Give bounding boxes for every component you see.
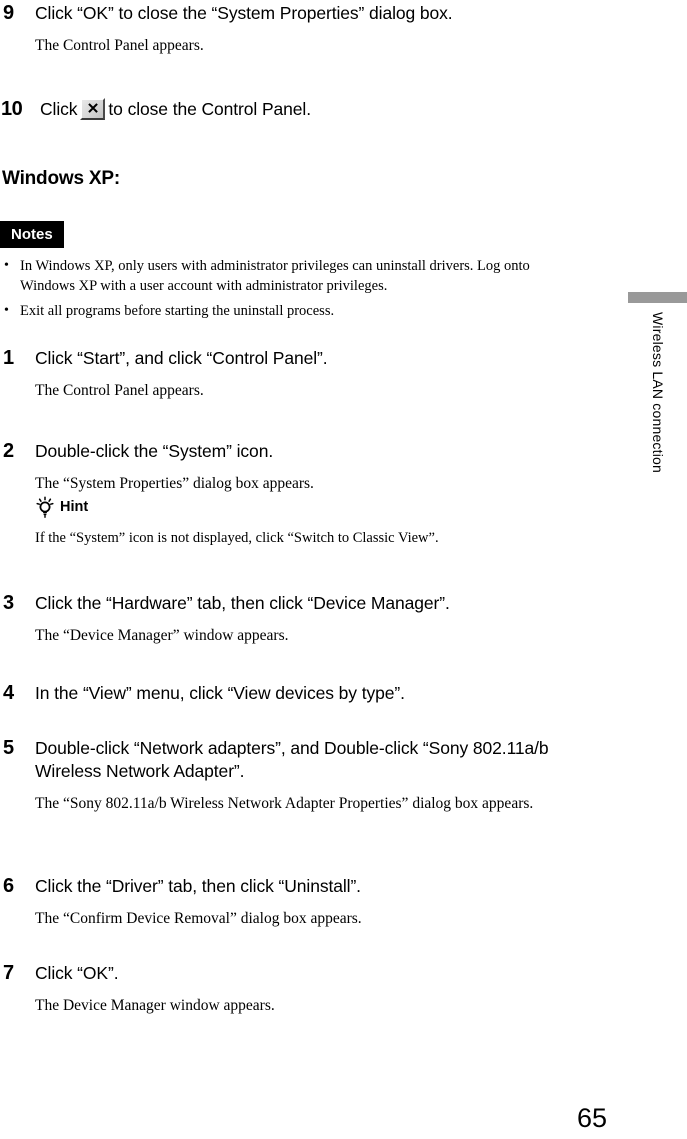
note-item-text: Exit all programs before starting the un… bbox=[20, 303, 335, 319]
note-item: • Exit all programs before starting the … bbox=[0, 301, 585, 321]
step-2-heading: Double-click the “System” icon. bbox=[35, 441, 274, 461]
bullet-icon: • bbox=[4, 258, 9, 273]
section-tab-label: Wireless LAN connection bbox=[649, 312, 666, 473]
notes-badge: Notes bbox=[0, 221, 64, 248]
step-5-heading: Double-click “Network adapters”, and Dou… bbox=[35, 738, 549, 781]
step-2-number: 2 bbox=[3, 440, 14, 462]
step-9-result: The Control Panel appears. bbox=[35, 37, 204, 54]
step-7-result: The Device Manager window appears. bbox=[35, 997, 275, 1014]
step-7: 7 Click “OK”. The Device Manager window … bbox=[0, 962, 600, 1016]
step-3-heading: Click the “Hardware” tab, then click “De… bbox=[35, 593, 450, 613]
page-number: 65 bbox=[576, 1103, 607, 1133]
step-2: 2 Double-click the “System” icon. The “S… bbox=[0, 440, 600, 548]
step-9-number: 9 bbox=[3, 2, 14, 24]
step-6-heading: Click the “Driver” tab, then click “Unin… bbox=[35, 876, 361, 896]
step-5-result: The “Sony 802.11a/b Wireless Network Ada… bbox=[35, 795, 534, 812]
step-7-heading: Click “OK”. bbox=[35, 963, 119, 983]
step-10-heading: Click ✕ to close the Control Panel. bbox=[40, 98, 600, 121]
step-4: 4 In the “View” menu, click “View device… bbox=[0, 682, 600, 705]
step-3-result: The “Device Manager” window appears. bbox=[35, 627, 289, 644]
step-7-number: 7 bbox=[3, 962, 14, 984]
hint-text: If the “System” icon is not displayed, c… bbox=[35, 530, 439, 546]
manual-page: 9 Click “OK” to close the “System Proper… bbox=[0, 0, 687, 1139]
step-9-heading: Click “OK” to close the “System Properti… bbox=[35, 3, 453, 23]
hint-header: Hint bbox=[35, 496, 600, 518]
notes-list: • In Windows XP, only users with adminis… bbox=[0, 256, 585, 326]
step-1: 1 Click “Start”, and click “Control Pane… bbox=[0, 347, 600, 401]
step-5-number: 5 bbox=[3, 737, 14, 759]
close-icon-glyph: ✕ bbox=[86, 100, 100, 118]
step-9: 9 Click “OK” to close the “System Proper… bbox=[0, 2, 600, 56]
step-6-result: The “Confirm Device Removal” dialog box … bbox=[35, 910, 362, 927]
step-3-number: 3 bbox=[3, 592, 14, 614]
lightbulb-icon bbox=[35, 496, 55, 518]
step-10-text-before: Click bbox=[40, 99, 78, 119]
step-4-heading: In the “View” menu, click “View devices … bbox=[35, 683, 405, 703]
step-10: 10 Click ✕ to close the Control Panel. bbox=[0, 98, 600, 121]
step-6-number: 6 bbox=[3, 875, 14, 897]
note-item-text: In Windows XP, only users with administr… bbox=[20, 258, 530, 294]
section-tab-label-wrap: Wireless LAN connection bbox=[628, 312, 687, 532]
step-1-heading: Click “Start”, and click “Control Panel”… bbox=[35, 348, 328, 368]
step-4-number: 4 bbox=[3, 682, 14, 704]
step-10-number: 10 bbox=[1, 98, 23, 120]
section-heading: Windows XP: bbox=[2, 168, 120, 189]
step-10-text-after: to close the Control Panel. bbox=[108, 99, 311, 119]
step-1-result: The Control Panel appears. bbox=[35, 382, 204, 399]
step-5: 5 Double-click “Network adapters”, and D… bbox=[0, 737, 600, 814]
step-6: 6 Click the “Driver” tab, then click “Un… bbox=[0, 875, 600, 929]
note-item: • In Windows XP, only users with adminis… bbox=[0, 256, 585, 296]
step-3: 3 Click the “Hardware” tab, then click “… bbox=[0, 592, 600, 646]
step-1-number: 1 bbox=[3, 347, 14, 369]
close-button-icon[interactable]: ✕ bbox=[80, 98, 106, 120]
bullet-icon: • bbox=[4, 303, 9, 318]
hint-label: Hint bbox=[60, 499, 89, 515]
step-2-result: The “System Properties” dialog box appea… bbox=[35, 475, 314, 492]
section-tab-bar bbox=[628, 292, 687, 303]
